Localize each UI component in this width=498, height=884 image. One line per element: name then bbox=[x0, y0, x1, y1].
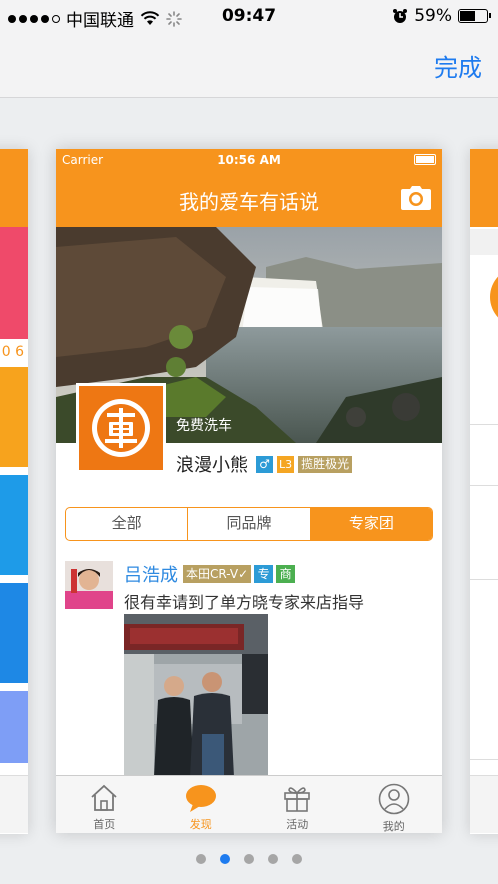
app-battery-icon bbox=[414, 154, 436, 165]
os-status-bar: 中国联通 09:47 59% bbox=[0, 0, 498, 34]
page-dot[interactable] bbox=[292, 854, 302, 864]
tab-me-label: 我的 bbox=[382, 820, 405, 833]
next-app-divider bbox=[470, 759, 498, 760]
previous-app-nav bbox=[0, 171, 28, 227]
app-switcher-top-bar: 完成 bbox=[0, 34, 498, 98]
page-dot[interactable] bbox=[244, 854, 254, 864]
page-dot[interactable] bbox=[268, 854, 278, 864]
user-icon bbox=[378, 783, 410, 815]
tab-activities-label: 活动 bbox=[286, 818, 309, 831]
app-navigation-bar: 我的爱车有话说 bbox=[56, 171, 442, 227]
previous-app-tabbar bbox=[0, 775, 28, 833]
page-dot[interactable] bbox=[196, 854, 206, 864]
app-switcher: 0 6 Carrier 10:56 AM 我的爱车有话说 免费洗车 浪漫小熊 ♂… bbox=[0, 99, 498, 884]
post-author-avatar[interactable] bbox=[65, 561, 113, 609]
next-app-nav bbox=[470, 171, 498, 227]
merchant-badge: 商 bbox=[276, 565, 296, 583]
feed-post[interactable]: 吕浩成 本田CR-V✓ 专 商 很有幸请到了单方晓专家来店指导 bbox=[56, 557, 442, 777]
segment-same-brand[interactable]: 同品牌 bbox=[188, 508, 311, 540]
previous-app-banner bbox=[0, 227, 28, 339]
camera-icon[interactable] bbox=[400, 185, 432, 211]
previous-app-status bbox=[0, 149, 28, 171]
tab-discover-label: 发现 bbox=[189, 818, 212, 831]
previous-app-tile-blue-2 bbox=[0, 583, 28, 683]
previous-app-tile-orange bbox=[0, 367, 28, 467]
app-clock: 10:56 AM bbox=[217, 153, 281, 167]
post-car-badge: 本田CR-V✓ bbox=[183, 565, 252, 583]
next-app-status bbox=[470, 149, 498, 171]
post-author-name[interactable]: 吕浩成 bbox=[124, 561, 178, 587]
car-model-badge: 揽胜极光 bbox=[298, 455, 353, 473]
gift-icon bbox=[284, 787, 311, 812]
next-app-divider bbox=[470, 485, 498, 486]
tab-me[interactable]: 我的 bbox=[346, 776, 443, 833]
feed-filter-segmented-control: 全部 同品牌 专家团 bbox=[65, 507, 433, 541]
tab-home[interactable]: 首页 bbox=[56, 776, 153, 833]
previous-app-tile-purple bbox=[0, 691, 28, 763]
chat-bubble-icon bbox=[185, 785, 216, 812]
next-app-strip bbox=[470, 229, 498, 255]
tab-discover[interactable]: 发现 bbox=[153, 776, 250, 833]
previous-app-tile-blue bbox=[0, 475, 28, 575]
alarm-clock-icon bbox=[393, 9, 408, 23]
next-app-tabbar bbox=[470, 775, 498, 833]
page-dot[interactable] bbox=[220, 854, 230, 864]
next-app-card[interactable] bbox=[470, 149, 498, 834]
previous-app-card[interactable]: 0 6 bbox=[0, 149, 28, 834]
post-car-label: 本田CR-V bbox=[186, 567, 239, 581]
segment-all[interactable]: 全部 bbox=[66, 508, 189, 540]
post-text: 很有幸请到了单方晓专家来店指导 bbox=[124, 593, 365, 612]
page-indicator bbox=[0, 854, 498, 864]
next-app-divider bbox=[470, 424, 498, 425]
tab-home-label: 首页 bbox=[93, 818, 116, 831]
person-photo-icon bbox=[65, 561, 113, 609]
page-title: 我的爱车有话说 bbox=[179, 190, 319, 214]
home-icon bbox=[91, 784, 117, 811]
profile-info: 浪漫小熊 ♂ L3 揽胜极光 bbox=[176, 451, 353, 477]
two-men-photo-image bbox=[124, 614, 268, 777]
user-avatar[interactable] bbox=[76, 383, 166, 473]
username[interactable]: 浪漫小熊 bbox=[176, 451, 248, 477]
current-app-card[interactable]: Carrier 10:56 AM 我的爱车有话说 免费洗车 浪漫小熊 ♂ L3 … bbox=[56, 149, 442, 833]
post-photo[interactable] bbox=[124, 614, 268, 777]
previous-app-text: 0 6 bbox=[1, 344, 24, 360]
gender-badge: ♂ bbox=[256, 455, 273, 473]
car-logo-icon bbox=[92, 399, 150, 457]
app-status-bar: Carrier 10:56 AM bbox=[56, 149, 442, 171]
expert-badge: 专 bbox=[254, 565, 274, 583]
done-button[interactable]: 完成 bbox=[434, 48, 482, 83]
app-tab-bar: 首页 发现 活动 我的 bbox=[56, 775, 442, 833]
verified-check-icon: ✓ bbox=[238, 567, 249, 581]
tab-activities[interactable]: 活动 bbox=[249, 776, 346, 833]
next-app-divider bbox=[470, 579, 498, 580]
next-app-avatar bbox=[490, 267, 498, 327]
battery-percent: 59% bbox=[414, 6, 452, 26]
segment-expert-team[interactable]: 专家团 bbox=[310, 508, 432, 540]
os-status-right: 59% bbox=[392, 6, 491, 26]
battery-icon bbox=[458, 9, 491, 23]
post-header: 吕浩成 本田CR-V✓ 专 商 bbox=[124, 561, 296, 587]
free-wash-label: 免费洗车 bbox=[176, 418, 232, 434]
level-badge: L3 bbox=[277, 455, 295, 473]
